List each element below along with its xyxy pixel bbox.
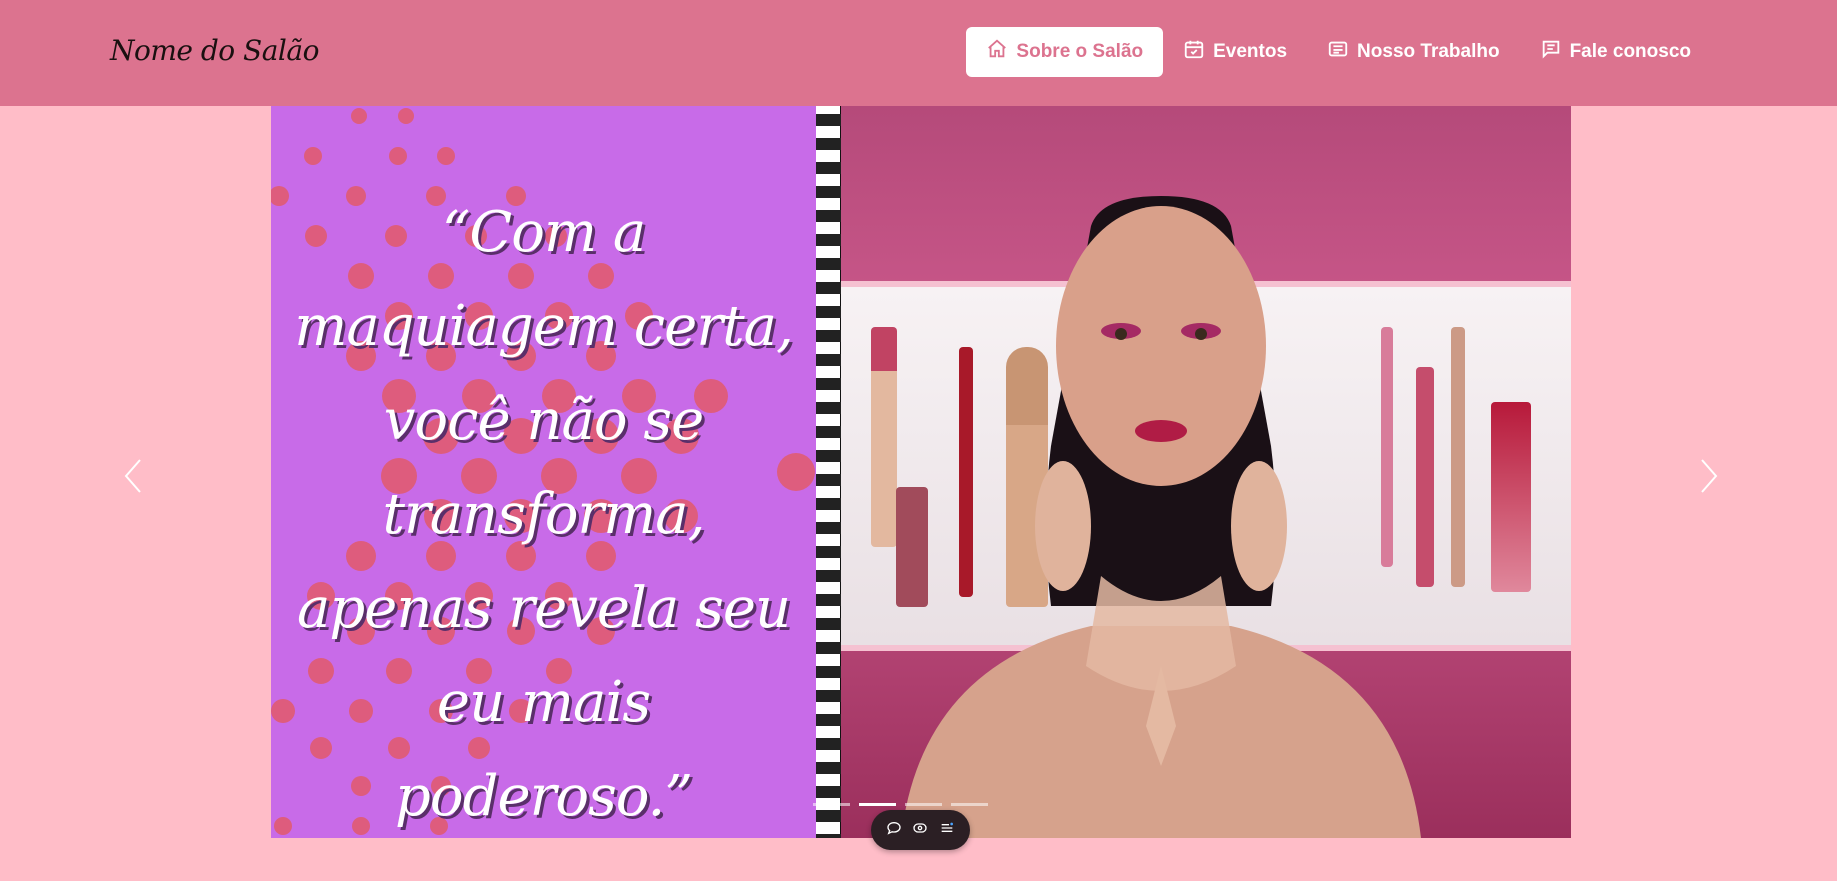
spiral-ring [816, 330, 844, 342]
spiral-ring [816, 426, 844, 438]
spiral-ring [816, 162, 844, 174]
brand-logo[interactable]: Nome do Salão [110, 34, 319, 67]
spiral-ring [816, 354, 844, 366]
spiral-ring [816, 258, 844, 270]
spiral-ring [816, 690, 844, 702]
quote-panel: “Com a maquiagem certa, você não se tran… [271, 106, 816, 838]
newspaper-icon [1327, 38, 1349, 66]
floating-toolbar [871, 810, 970, 850]
spiral-ring [816, 810, 844, 822]
spiral-ring [816, 546, 844, 558]
chat-icon [1540, 38, 1562, 66]
nav-label: Nosso Trabalho [1357, 41, 1500, 62]
list-icon[interactable] [939, 820, 955, 841]
spiral-ring [816, 642, 844, 654]
spiral-ring [816, 138, 844, 150]
home-icon [986, 38, 1008, 66]
nav-label: Sobre o Salão [1016, 41, 1144, 62]
spiral-ring [816, 402, 844, 414]
hero-carousel: “Com a maquiagem certa, você não se tran… [0, 106, 1837, 838]
spiral-ring [816, 738, 844, 750]
spiral-ring [816, 210, 844, 222]
model-portrait [901, 196, 1421, 838]
spiral-ring [816, 306, 844, 318]
makeup-model-photo [841, 106, 1571, 838]
spiral-ring [816, 378, 844, 390]
nav-label: Eventos [1213, 41, 1288, 62]
nav-item-nosso-trabalho[interactable]: Nosso Trabalho [1307, 27, 1520, 77]
eye-icon[interactable] [912, 820, 928, 841]
spiral-ring [816, 666, 844, 678]
carousel-indicators [813, 803, 988, 806]
spiral-ring [816, 714, 844, 726]
carousel-indicator[interactable] [813, 803, 850, 806]
spiral-ring [816, 498, 844, 510]
nav-item-sobre-o-salao[interactable]: Sobre o Salão [966, 27, 1164, 77]
navbar: Nome do Salão Sobre o Salão Eventos Noss… [0, 0, 1837, 106]
spiral-ring [816, 522, 844, 534]
spiral-ring [816, 282, 844, 294]
carousel-indicator[interactable] [905, 803, 942, 806]
spiral-ring [816, 474, 844, 486]
slide-quote: “Com a maquiagem certa, você não se tran… [294, 200, 794, 829]
carousel-next-button[interactable] [1692, 456, 1722, 496]
spiral-ring [816, 450, 844, 462]
spiral-ring [816, 186, 844, 198]
nav-item-eventos[interactable]: Eventos [1163, 27, 1307, 77]
spiral-ring [816, 594, 844, 606]
spiral-ring [816, 834, 844, 838]
spiral-ring [816, 114, 844, 126]
carousel-indicator[interactable] [951, 803, 988, 806]
spiral-ring [816, 762, 844, 774]
spiral-ring [816, 618, 844, 630]
spiral-ring [816, 570, 844, 582]
nav-label: Fale conosco [1569, 41, 1691, 62]
chevron-right-icon [1692, 459, 1722, 500]
chevron-left-icon [120, 459, 150, 500]
carousel-indicator-active[interactable] [859, 803, 896, 806]
comment-icon[interactable] [886, 820, 902, 841]
carousel-prev-button[interactable] [120, 456, 150, 496]
carousel-slide: “Com a maquiagem certa, você não se tran… [271, 106, 1571, 838]
spiral-ring [816, 234, 844, 246]
spiral-ring [816, 786, 844, 798]
main-nav: Sobre o Salão Eventos Nosso Trabalho Fal… [966, 27, 1711, 77]
nav-item-fale-conosco[interactable]: Fale conosco [1520, 27, 1711, 77]
calendar-check-icon [1183, 38, 1205, 66]
